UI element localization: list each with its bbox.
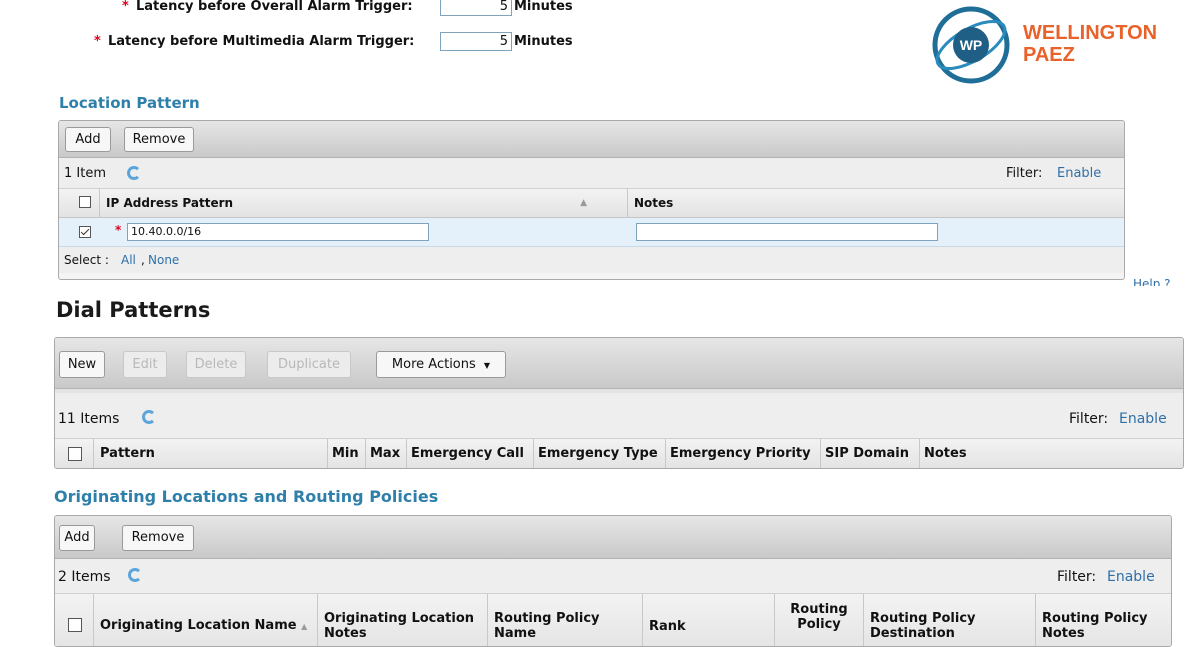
latency-overall-row: * Latency before Overall Alarm Trigger: …	[0, 0, 700, 20]
table-row[interactable]: * 10.40.0.0/16	[59, 218, 1124, 247]
dial-patterns-header: Pattern Min Max Emergency Call Emergency…	[55, 439, 1183, 468]
filter-enable-link[interactable]: Enable	[1057, 166, 1101, 181]
location-pattern-header: IP Address Pattern ▲ Notes	[59, 189, 1124, 218]
col-ip-address[interactable]: IP Address Pattern ▲	[99, 189, 627, 217]
col-routing-policy-name-l2: Name	[494, 626, 537, 641]
col-originating-location-notes-l1: Originating Location	[324, 611, 475, 626]
help-link[interactable]: Help ?	[1133, 277, 1171, 286]
originating-panel: Add Remove 2 Items Filter: Enable Origin…	[54, 515, 1172, 647]
dial-patterns-title: Dial Patterns	[56, 298, 211, 322]
watermark-logo: WP WELLINGTON PAEZ	[928, 2, 1178, 88]
col-originating-location-notes[interactable]: Originating Location Notes	[317, 594, 487, 646]
select-none-link[interactable]: None	[148, 253, 179, 267]
filter-label: Filter:	[1069, 411, 1109, 427]
filter-enable-link[interactable]: Enable	[1107, 569, 1155, 585]
col-emergency-type[interactable]: Emergency Type	[533, 439, 665, 468]
item-count: 1 Item	[64, 166, 106, 181]
filter-label: Filter:	[1006, 166, 1043, 181]
col-routing-policy-notes-l2: Notes	[1042, 626, 1085, 641]
col-rank-label: Rank	[649, 619, 686, 634]
latency-multimedia-label: Latency before Multimedia Alarm Trigger:	[108, 34, 415, 49]
col-notes[interactable]: Notes	[627, 189, 1122, 217]
col-min[interactable]: Min	[327, 439, 365, 468]
ip-pattern-input[interactable]: 10.40.0.0/16	[127, 223, 429, 241]
col-originating-location-notes-l2: Notes	[324, 626, 367, 641]
select-all-checkbox[interactable]	[68, 447, 82, 461]
col-routing-policy-name-l1: Routing Policy	[494, 611, 600, 626]
new-button[interactable]: New	[59, 351, 105, 378]
col-routing-policy-destination-l2: Destination	[870, 626, 955, 641]
remove-button[interactable]: Remove	[124, 127, 194, 152]
add-button[interactable]: Add	[65, 127, 111, 152]
col-pattern[interactable]: Pattern	[93, 439, 327, 468]
select-label: Select :	[64, 253, 109, 267]
latency-overall-input[interactable]: 5	[440, 0, 512, 16]
col-originating-location-name[interactable]: Originating Location Name ▲	[93, 594, 317, 646]
location-pattern-infobar: 1 Item Filter: Enable	[59, 158, 1124, 189]
delete-button[interactable]: Delete	[186, 351, 246, 378]
edit-button[interactable]: Edit	[123, 351, 167, 378]
col-emergency-priority[interactable]: Emergency Priority	[665, 439, 820, 468]
location-pattern-title: Location Pattern	[59, 94, 200, 112]
col-sip-domain[interactable]: SIP Domain	[820, 439, 919, 468]
remove-button[interactable]: Remove	[122, 525, 194, 551]
col-notes-label: Notes	[634, 196, 674, 210]
dial-patterns-toolbar: New Edit Delete Duplicate More Actions ▼	[55, 338, 1183, 389]
add-button[interactable]: Add	[59, 525, 95, 551]
location-pattern-panel: Add Remove 1 Item Filter: Enable IP Addr…	[58, 120, 1125, 280]
wp-logo-text: WP	[960, 37, 983, 53]
required-marker: *	[94, 34, 101, 49]
watermark-line2: PAEZ	[1023, 44, 1075, 66]
required-marker: *	[115, 223, 122, 237]
select-all-checkbox[interactable]	[79, 196, 91, 208]
originating-header: Originating Location Name ▲ Originating …	[55, 594, 1171, 646]
item-count: 11 Items	[58, 411, 120, 427]
dial-patterns-panel: New Edit Delete Duplicate More Actions ▼…	[54, 337, 1184, 469]
more-actions-dropdown[interactable]: More Actions ▼	[376, 351, 506, 378]
wp-logo-icon: WP	[932, 6, 1010, 84]
latency-multimedia-row: * Latency before Multimedia Alarm Trigge…	[0, 32, 700, 52]
latency-overall-unit: Minutes	[514, 0, 573, 14]
col-routing-policy-notes[interactable]: Routing Policy Notes	[1035, 594, 1171, 646]
col-routing-policy-destination-l1: Routing Policy	[870, 611, 976, 626]
col-max[interactable]: Max	[365, 439, 406, 468]
required-marker: *	[122, 0, 129, 14]
col-routing-policy-disabled-l1: Routing	[790, 602, 848, 617]
filter-enable-link[interactable]: Enable	[1119, 411, 1167, 427]
sort-asc-icon: ▲	[580, 198, 587, 208]
col-originating-location-name-label: Originating Location Name	[100, 618, 297, 633]
row-checkbox[interactable]	[79, 226, 91, 238]
dial-patterns-infobar: 11 Items Filter: Enable	[55, 389, 1183, 439]
originating-title: Originating Locations and Routing Polici…	[54, 487, 439, 506]
duplicate-button[interactable]: Duplicate	[267, 351, 351, 378]
col-ip-label: IP Address Pattern	[106, 196, 234, 210]
select-separator: ,	[141, 253, 145, 267]
item-count: 2 Items	[58, 569, 111, 585]
location-pattern-toolbar: Add Remove	[59, 121, 1124, 158]
col-routing-policy-name[interactable]: Routing Policy Name	[487, 594, 642, 646]
refresh-icon[interactable]	[127, 166, 141, 180]
latency-overall-label: Latency before Overall Alarm Trigger:	[136, 0, 413, 14]
col-notes[interactable]: Notes	[919, 439, 1181, 468]
latency-multimedia-unit: Minutes	[514, 34, 573, 49]
more-actions-label: More Actions	[391, 357, 476, 372]
notes-input[interactable]	[636, 223, 938, 241]
originating-infobar: 2 Items Filter: Enable	[55, 559, 1171, 594]
col-routing-policy-destination[interactable]: Routing Policy Destination	[863, 594, 1035, 646]
originating-toolbar: Add Remove	[55, 516, 1171, 559]
col-routing-policy-disabled[interactable]: Routing Policy	[774, 594, 863, 646]
latency-multimedia-input[interactable]: 5	[440, 32, 512, 51]
select-bar: Select : All , None	[59, 247, 1124, 273]
col-emergency-call[interactable]: Emergency Call	[406, 439, 533, 468]
filter-label: Filter:	[1057, 569, 1097, 585]
refresh-icon[interactable]	[142, 410, 156, 424]
col-routing-policy-notes-l1: Routing Policy	[1042, 611, 1148, 626]
col-rank[interactable]: Rank	[642, 594, 774, 646]
chevron-down-icon: ▼	[483, 361, 491, 370]
watermark-line1: WELLINGTON	[1023, 22, 1158, 44]
select-all-link[interactable]: All	[121, 253, 136, 267]
refresh-icon[interactable]	[128, 568, 142, 582]
